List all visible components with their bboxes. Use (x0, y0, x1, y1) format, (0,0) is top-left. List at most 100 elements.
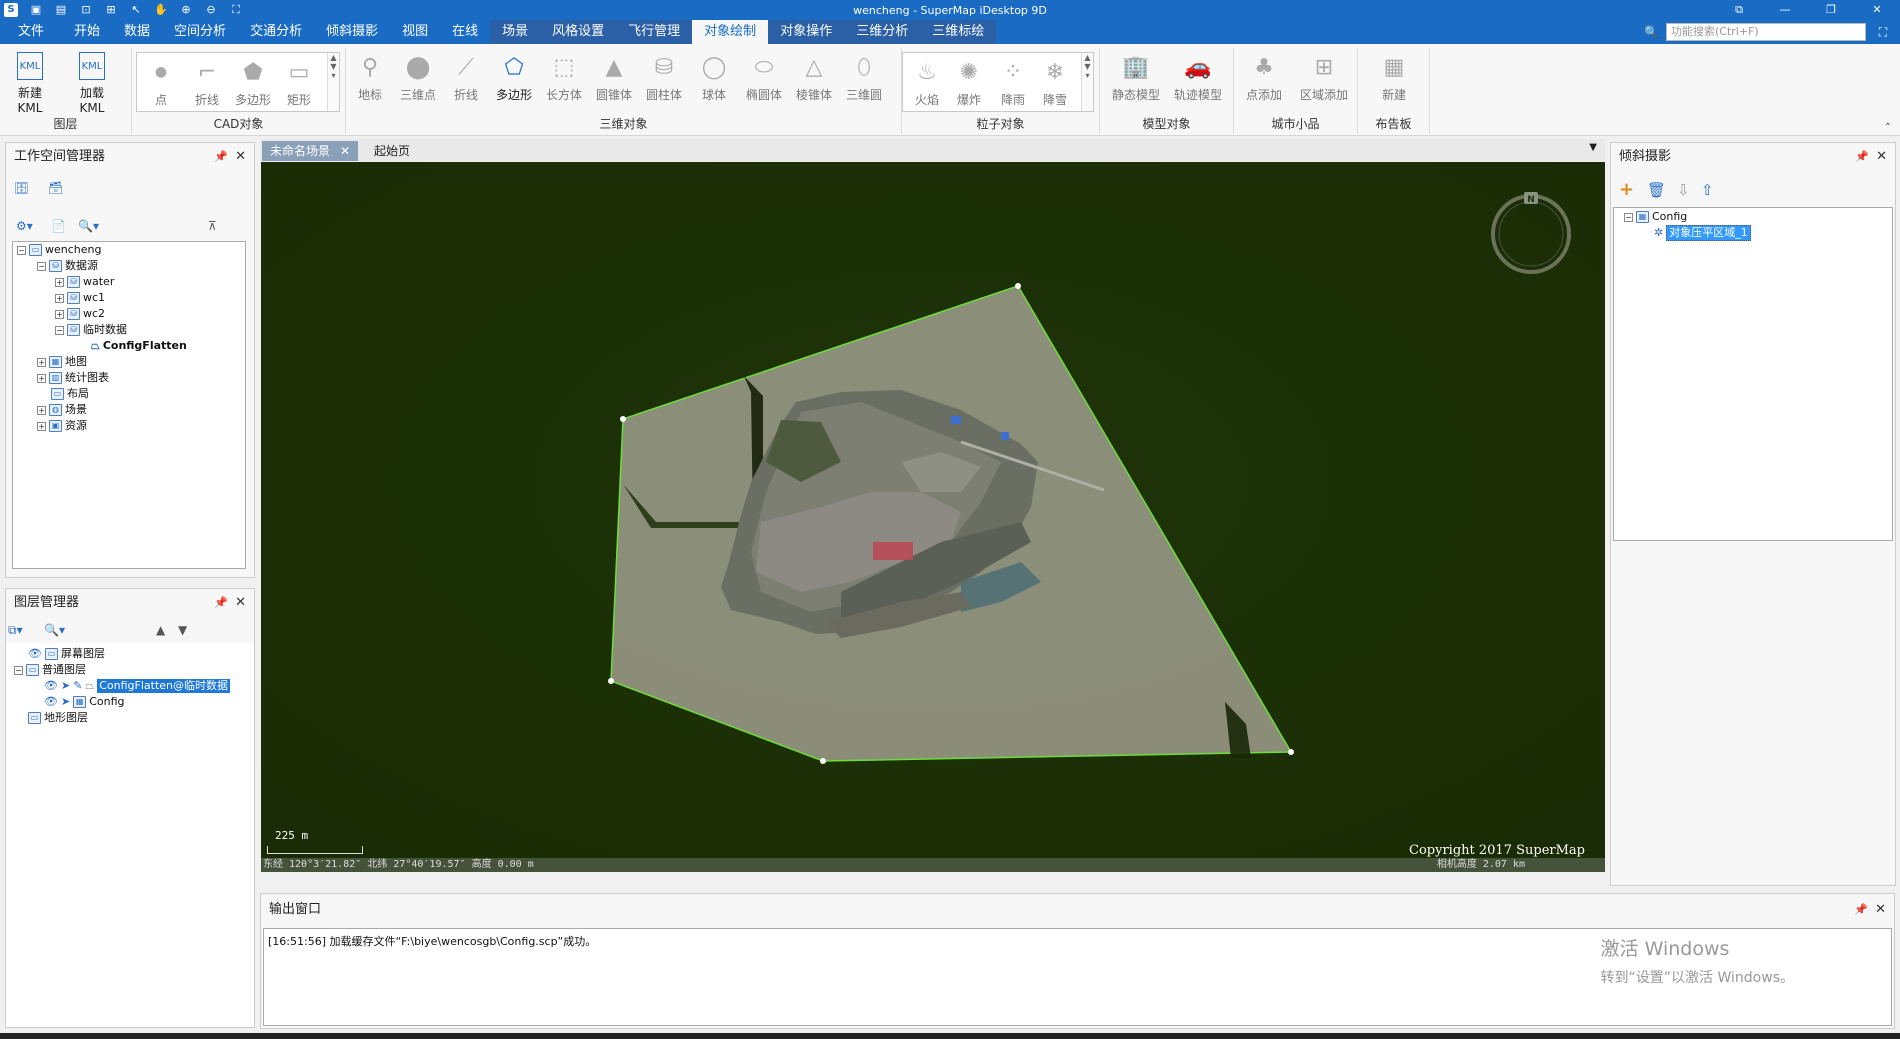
3d-landmark-button[interactable]: ⚲ 地标 (346, 52, 394, 103)
close-icon[interactable]: ✕ (235, 143, 246, 171)
3d-polyline-button[interactable]: ⟋ 折线 (442, 52, 490, 103)
3d-box-button[interactable]: ⬚ 长方体 (540, 52, 588, 103)
menu-3d-analysis[interactable]: 三维分析 (844, 20, 921, 44)
3d-pyramid-button[interactable]: △ 棱锥体 (790, 52, 838, 103)
particle-rain-button[interactable]: ⁘ 降雨 (989, 57, 1037, 108)
menu-object-draw[interactable]: 对象绘制 (692, 20, 769, 44)
cad-gallery-scroll[interactable]: ▲ ▼ ▾ (327, 53, 339, 111)
3d-polygon-button[interactable]: ⬠ 多边形 (490, 52, 538, 103)
load-kml-button[interactable]: KML 加载KML (68, 52, 116, 115)
close-icon[interactable]: ✕ (235, 589, 246, 617)
expand-icon[interactable]: + (37, 373, 46, 383)
tree-node-layouts[interactable]: ▭ 布局 (51, 387, 89, 401)
menu-style[interactable]: 风格设置 (540, 20, 617, 44)
cad-rectangle-button[interactable]: ▭ 矩形 (275, 57, 323, 108)
3d-cylinder-button[interactable]: ⛁ 圆柱体 (640, 52, 688, 103)
pan-icon[interactable]: ✋ (154, 3, 168, 17)
tabs-dropdown-icon[interactable]: ▼ (1589, 142, 1597, 153)
expand-icon[interactable]: + (55, 293, 64, 303)
tree-node-temp-data[interactable]: − ⛁ 临时数据 (55, 323, 127, 337)
export-icon[interactable]: ⊡ (79, 3, 93, 17)
pin-icon[interactable]: 📌 (214, 589, 228, 617)
particle-gallery-scroll[interactable]: ▲ ▼ ▾ (1081, 53, 1093, 111)
pointer-icon[interactable]: ↖ (129, 3, 143, 17)
full-extent-icon[interactable]: ⛶ (229, 3, 243, 17)
menu-flight[interactable]: 飞行管理 (616, 20, 693, 44)
collapse-icon[interactable]: − (14, 665, 23, 675)
search-dropdown-icon[interactable]: 🔍▾ (78, 219, 99, 233)
layer-node-config[interactable]: 👁 ➤ ▦ Config (44, 695, 124, 709)
tree-node-resources[interactable]: + ▣ 资源 (37, 419, 87, 433)
menu-start[interactable]: 开始 (62, 20, 112, 44)
3d-circle-button[interactable]: ⬯ 三维圆 (840, 52, 888, 103)
region-add-button[interactable]: ⊞ 区域添加 (1296, 52, 1352, 103)
move-down-icon[interactable]: ▼ (178, 623, 187, 637)
collapse-tree-icon[interactable]: ⊼ (208, 219, 217, 233)
layer-node-terrain[interactable]: ▭ 地形图层 (28, 711, 88, 725)
3d-point-button[interactable]: ⬤ 三维点 (394, 52, 442, 103)
collapse-icon[interactable]: − (37, 261, 46, 271)
eye-icon[interactable]: 👁 (44, 679, 58, 693)
zoom-in-icon[interactable]: ⊕ (179, 3, 193, 17)
oblique-node-config[interactable]: − ▦ Config (1624, 210, 1687, 224)
tab-start-page[interactable]: 起始页 (366, 141, 418, 161)
menu-online[interactable]: 在线 (440, 20, 490, 44)
select-icon[interactable]: ➤ (61, 679, 70, 693)
static-model-button[interactable]: 🏢 静态模型 (1108, 52, 1164, 103)
tab-unnamed-scene[interactable]: 未命名场景 ✕ (262, 141, 359, 161)
export-icon[interactable]: ⇧ (1701, 181, 1714, 199)
expand-icon[interactable]: + (37, 405, 46, 415)
layer-node-configflatten[interactable]: 👁 ➤ ✎ ⏢ ConfigFlatten@临时数据 (44, 679, 231, 693)
layer-node-normal[interactable]: − ▭ 普通图层 (14, 663, 86, 677)
collapse-ribbon-icon[interactable]: ⌃ (1884, 122, 1892, 133)
collapse-icon[interactable]: − (55, 325, 64, 335)
menu-data[interactable]: 数据 (112, 20, 162, 44)
menu-view[interactable]: 视图 (390, 20, 440, 44)
scene-tab-icon[interactable]: 🗃 (48, 181, 63, 195)
tree-node-workspace[interactable]: − ▭ wencheng (17, 243, 101, 257)
workspace-options-icon[interactable]: ⚙▾ (16, 219, 33, 233)
function-search-input[interactable]: 功能搜索(Ctrl+F) (1666, 23, 1866, 41)
workspace-tab-icon[interactable]: 🗄 (14, 181, 29, 195)
zoom-out-icon[interactable]: ⊖ (204, 3, 218, 17)
eye-icon[interactable]: 👁 (44, 695, 58, 709)
menu-object-ops[interactable]: 对象操作 (768, 20, 845, 44)
new-kml-button[interactable]: KML 新建 KML (6, 52, 54, 115)
polygon-vertex[interactable] (1288, 749, 1294, 755)
expand-icon[interactable]: + (55, 277, 64, 287)
app-icon[interactable]: S (4, 3, 18, 17)
menu-scene[interactable]: 场景 (490, 20, 541, 44)
delete-icon[interactable]: 🗑 (1647, 181, 1666, 199)
tree-node-maps[interactable]: + ▦ 地图 (37, 355, 87, 369)
menu-spatial-analysis[interactable]: 空间分析 (162, 20, 238, 44)
tree-node-charts[interactable]: + ▥ 统计图表 (37, 371, 109, 385)
layer-options-icon[interactable]: ⧉▾ (8, 623, 23, 638)
tree-node-scenes[interactable]: + ◍ 场景 (37, 403, 87, 417)
add-icon[interactable]: + (1619, 179, 1634, 200)
track-model-button[interactable]: 🚗 轨迹模型 (1170, 52, 1226, 103)
document-icon[interactable]: 📄 (51, 219, 66, 233)
expand-icon[interactable]: + (37, 421, 46, 431)
3d-sphere-button[interactable]: ◯ 球体 (690, 52, 738, 103)
cad-polyline-button[interactable]: ⌐ 折线 (183, 57, 231, 108)
collapse-icon[interactable]: − (17, 245, 26, 255)
move-up-icon[interactable]: ▲ (156, 623, 165, 637)
open-icon[interactable]: ⊞ (104, 3, 118, 17)
menu-file[interactable]: 文件 (0, 20, 62, 44)
polygon-vertex[interactable] (620, 416, 626, 422)
maximize-icon[interactable]: ❐ (1808, 0, 1854, 20)
expand-icon[interactable]: + (37, 357, 46, 367)
compass-navigator[interactable]: N (1489, 192, 1573, 276)
pin-icon[interactable]: 📌 (214, 143, 228, 171)
restore-icon[interactable]: ⧉ (1716, 0, 1762, 20)
edit-icon[interactable]: ✎ (73, 679, 82, 693)
point-add-button[interactable]: ♣ 点添加 (1240, 52, 1288, 103)
expand-icon[interactable]: + (55, 309, 64, 319)
cad-point-button[interactable]: ● 点 (137, 57, 185, 108)
layer-search-icon[interactable]: 🔍▾ (44, 623, 65, 637)
save-icon[interactable]: ▣ (29, 3, 43, 17)
new-billboard-button[interactable]: ▦ 新建 (1370, 52, 1418, 103)
close-tab-icon[interactable]: ✕ (340, 144, 350, 158)
particle-snow-button[interactable]: ❄ 降雪 (1031, 57, 1079, 108)
tree-node-wc2[interactable]: + ⛁ wc2 (55, 307, 105, 321)
